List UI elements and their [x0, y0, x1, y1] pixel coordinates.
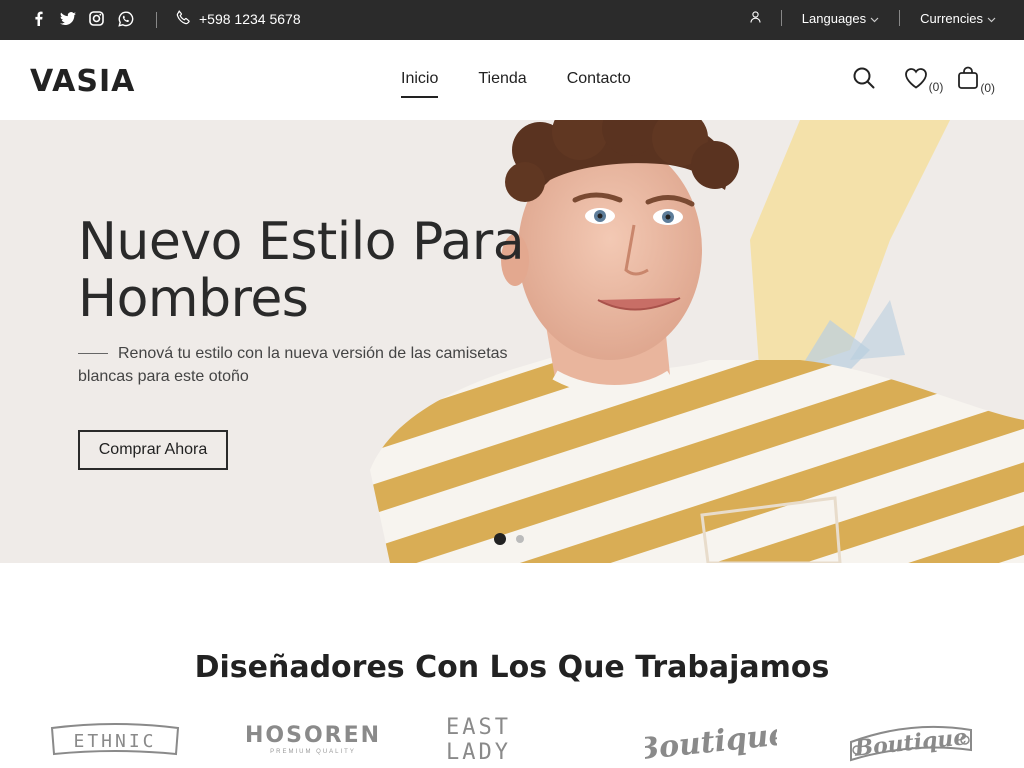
topbar-divider [899, 10, 901, 26]
brand-logo-east-lady[interactable]: EAST LADY [446, 712, 578, 768]
hero-subtitle-text: Renová tu estilo con la nueva versión de… [78, 345, 508, 385]
top-bar: +598 1234 5678 Languages Currencies [0, 0, 1024, 40]
slider-dot-active[interactable] [494, 533, 506, 545]
nav-item-contacto[interactable]: Contacto [567, 70, 631, 96]
brand-logos: ETHNIC HOSOREN PREMIUM QUALITY EAST LADY… [0, 712, 1024, 768]
instagram-icon[interactable] [88, 10, 105, 27]
shopping-bag-icon [957, 66, 979, 95]
hero-title: Nuevo Estilo Para Hombres [78, 212, 525, 329]
languages-dropdown[interactable]: Languages [802, 11, 879, 26]
phone-icon [176, 10, 191, 28]
heart-icon [904, 67, 928, 94]
brand-boutique-text: Boutique [645, 717, 777, 764]
brand-logo-ethnic[interactable]: ETHNIC [50, 712, 180, 768]
site-logo[interactable]: VASIA [30, 64, 135, 99]
brand-logo-boutique[interactable]: Boutique [645, 712, 777, 768]
main-header: VASIA Inicio Tienda Contacto (0) (0) [0, 40, 1024, 120]
header-actions: (0) (0) [852, 66, 995, 95]
slider-dot[interactable] [516, 535, 524, 543]
social-links [30, 10, 134, 27]
search-button[interactable] [852, 66, 876, 95]
shop-now-button[interactable]: Comprar Ahora [78, 430, 228, 470]
topbar-separator [156, 12, 157, 28]
brand-hosoren-text: HOSOREN [244, 723, 382, 748]
wishlist-button[interactable]: (0) [904, 67, 944, 94]
topbar-divider [780, 10, 782, 26]
brand-ethnic-text: ETHNIC [73, 731, 156, 752]
twitter-icon[interactable] [59, 10, 76, 27]
subtitle-dash [78, 353, 108, 355]
currencies-dropdown[interactable]: Currencies [920, 11, 996, 26]
brand-logo-hosoren[interactable]: HOSOREN PREMIUM QUALITY [244, 712, 382, 768]
user-icon [750, 10, 761, 26]
chevron-down-icon [987, 11, 996, 26]
phone-number: +598 1234 5678 [199, 11, 301, 27]
cart-count: (0) [980, 81, 995, 95]
currencies-label: Currencies [920, 10, 983, 26]
hero-slider: Nuevo Estilo Para Hombres Renová tu esti… [0, 120, 1024, 563]
whatsapp-icon[interactable] [117, 10, 134, 27]
wishlist-count: (0) [928, 80, 944, 94]
account-link[interactable] [750, 10, 761, 26]
hero-subtitle: Renová tu estilo con la nueva versión de… [78, 342, 548, 388]
chevron-down-icon [870, 11, 879, 26]
nav-item-tienda[interactable]: Tienda [478, 70, 526, 96]
brand-logo-boutique-badge[interactable]: Boutique [845, 712, 977, 768]
phone-contact[interactable]: +598 1234 5678 [176, 10, 301, 28]
brand-hosoren-tagline: PREMIUM QUALITY [270, 749, 356, 755]
topbar-right: Languages Currencies [750, 10, 996, 26]
languages-label: Languages [801, 10, 867, 26]
nav-item-inicio[interactable]: Inicio [401, 70, 439, 98]
slider-pagination [494, 533, 524, 545]
search-icon [852, 66, 876, 95]
main-nav: Inicio Tienda Contacto [401, 70, 631, 98]
facebook-icon[interactable] [30, 10, 47, 27]
brand-boutique-badge-text: Boutique [852, 724, 968, 762]
cart-button[interactable]: (0) [957, 66, 995, 95]
brand-east-lady-text: EAST LADY [446, 715, 511, 765]
designers-section-title: Diseñadores Con Los Que Trabajamos [194, 650, 830, 685]
